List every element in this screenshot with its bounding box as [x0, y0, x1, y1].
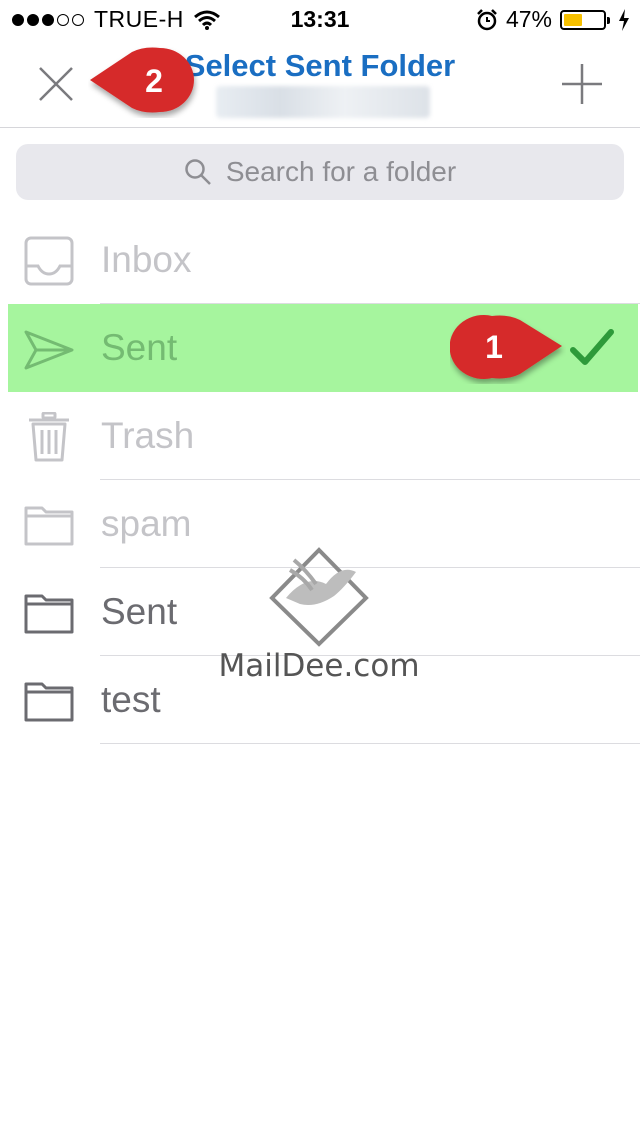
folder-label: Inbox	[101, 239, 192, 280]
plus-icon[interactable]	[560, 62, 604, 106]
annotation-badge-1: 1	[450, 315, 562, 379]
charging-bolt-icon	[619, 8, 629, 31]
status-right: 47%	[476, 6, 630, 33]
folder-label: test	[101, 679, 161, 720]
account-email-blurred	[216, 86, 430, 118]
folder-row-trash[interactable]: Trash	[0, 392, 640, 480]
alarm-clock-icon	[477, 8, 497, 30]
folder-label: spam	[101, 503, 192, 544]
watermark-text: MailDee.com	[218, 648, 420, 684]
checkmark-icon	[570, 329, 614, 365]
battery-level-fill	[564, 13, 582, 26]
badge-number: 2	[145, 63, 163, 99]
badge-number: 1	[485, 329, 503, 365]
folder-icon	[24, 506, 74, 546]
trash-icon	[29, 412, 69, 462]
folder-label: Trash	[101, 415, 195, 456]
battery-percentage: 47%	[505, 6, 552, 32]
search-placeholder: Search for a folder	[225, 156, 457, 187]
folder-search-input[interactable]: Search for a folder	[16, 144, 624, 200]
folder-icon	[24, 594, 74, 634]
folder-label: Sent	[101, 327, 178, 368]
status-bar: TRUE-H 13:31 47%	[0, 0, 640, 40]
maildee-logo	[269, 547, 369, 647]
row-divider	[100, 743, 640, 744]
folder-label: Sent	[101, 591, 178, 632]
battery-icon	[560, 9, 610, 30]
inbox-icon	[24, 236, 74, 286]
folder-row-inbox[interactable]: Inbox	[0, 216, 640, 304]
send-icon	[24, 330, 74, 370]
annotation-badge-2: 2	[90, 47, 194, 113]
folder-icon	[24, 682, 74, 722]
watermark: MailDee.com	[216, 544, 422, 694]
search-icon	[185, 159, 211, 185]
